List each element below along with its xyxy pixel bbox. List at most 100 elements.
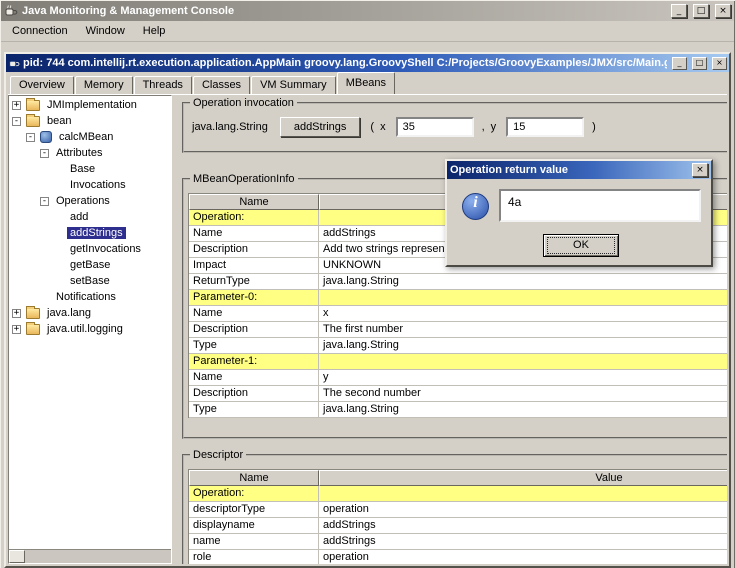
tree-item-Notifications[interactable]: Notifications — [9, 289, 171, 305]
table-row[interactable]: Parameter-0: — [189, 290, 727, 306]
tree-item-Base[interactable]: Base — [9, 161, 171, 177]
table-row[interactable]: DescriptionThe first number — [189, 322, 727, 338]
scrollbar-thumb[interactable] — [9, 550, 25, 563]
frame-title-bar[interactable]: pid: 744 com.intellij.rt.execution.appli… — [6, 54, 729, 72]
tree-item-bean[interactable]: - bean — [9, 113, 171, 129]
tree-item-JMImplementation[interactable]: +JMImplementation — [9, 97, 171, 113]
table-row[interactable]: Namey — [189, 370, 727, 386]
table-row[interactable]: DescriptionThe second number — [189, 386, 727, 402]
menu-window[interactable]: Window — [77, 22, 134, 40]
expand-icon[interactable]: + — [12, 309, 21, 318]
tab-vm-summary[interactable]: VM Summary — [251, 76, 336, 94]
dialog-title-bar[interactable]: Operation return value × — [447, 161, 711, 179]
expand-icon[interactable]: + — [12, 101, 21, 110]
menu-connection[interactable]: Connection — [3, 22, 77, 40]
frame-title: pid: 744 com.intellij.rt.execution.appli… — [23, 57, 667, 69]
tree-item-addStrings[interactable]: addStrings — [9, 225, 171, 241]
dialog-close-button[interactable]: × — [692, 163, 708, 177]
table-row[interactable]: Typejava.lang.String — [189, 402, 727, 418]
table-row[interactable]: roleoperation — [189, 550, 727, 564]
table-header-row: NameValue — [189, 470, 727, 486]
maximize-icon: □ — [697, 6, 706, 16]
tree-item-setBase[interactable]: setBase — [9, 273, 171, 289]
tree-item-label: Invocations — [67, 179, 129, 191]
column-header-name[interactable]: Name — [189, 194, 319, 210]
cell-name: displayname — [189, 518, 319, 534]
invoke-addstrings-button[interactable]: addStrings — [280, 117, 361, 137]
tree-item-label: getInvocations — [67, 243, 144, 255]
tree-item-java.lang[interactable]: +java.lang — [9, 305, 171, 321]
tree-panel: +JMImplementation-bean-calcMBean-Attribu… — [8, 95, 172, 564]
menu-help[interactable]: Help — [134, 22, 175, 40]
collapse-icon[interactable]: - — [40, 149, 49, 158]
table-row[interactable]: Typejava.lang.String — [189, 338, 727, 354]
param-y-input[interactable] — [506, 117, 584, 137]
folder-icon — [26, 100, 40, 111]
table-row[interactable]: ReturnTypejava.lang.String — [189, 274, 727, 290]
column-header-name[interactable]: Name — [189, 470, 319, 486]
split-divider[interactable] — [172, 95, 182, 564]
descriptor-table: NameValueOperation:descriptorTypeoperati… — [188, 469, 727, 564]
tree-item-label: java.util.logging — [44, 323, 126, 335]
minimize-button[interactable]: _ — [671, 4, 687, 18]
table-row[interactable]: Parameter-1: — [189, 354, 727, 370]
table-row[interactable]: Namex — [189, 306, 727, 322]
param-x-input[interactable] — [396, 117, 474, 137]
close-icon: × — [719, 6, 727, 16]
tree-item-label: bean — [44, 115, 74, 127]
expand-icon[interactable]: + — [12, 325, 21, 334]
title-bar[interactable]: Java Monitoring & Management Console _ □… — [1, 1, 734, 21]
frame-maximize-button[interactable]: □ — [692, 57, 707, 70]
tree-item-label: calcMBean — [56, 131, 116, 143]
cell-value: The second number — [319, 386, 727, 402]
tree-item-Attributes[interactable]: -Attributes — [9, 145, 171, 161]
tree-item-Invocations[interactable]: Invocations — [9, 177, 171, 193]
cell-name: Name — [189, 226, 319, 242]
tab-classes[interactable]: Classes — [193, 76, 250, 94]
tab-threads[interactable]: Threads — [134, 76, 192, 94]
operation-invocation-title: Operation invocation — [190, 97, 297, 109]
tab-memory[interactable]: Memory — [75, 76, 133, 94]
cell-name: Operation: — [189, 210, 319, 226]
operation-invocation-group: Operation invocation java.lang.String ad… — [182, 97, 727, 153]
table-row[interactable]: Operation: — [189, 486, 727, 502]
tree-item-getBase[interactable]: getBase — [9, 257, 171, 273]
info-icon: i — [462, 193, 489, 220]
frame-close-button[interactable]: × — [712, 57, 727, 70]
tab-bar: OverviewMemoryThreadsClassesVM SummaryMB… — [6, 72, 729, 94]
menu-bar: ConnectionWindowHelp — [1, 21, 734, 42]
cell-value: The first number — [319, 322, 727, 338]
table-row[interactable]: nameaddStrings — [189, 534, 727, 550]
folder-open-icon — [26, 116, 40, 127]
tab-overview[interactable]: Overview — [10, 76, 74, 94]
tree-item-getInvocations[interactable]: getInvocations — [9, 241, 171, 257]
cell-value: addStrings — [319, 518, 727, 534]
column-header-value[interactable]: Value — [319, 470, 727, 486]
collapse-icon[interactable]: - — [12, 117, 21, 126]
tree-item-calcMBean[interactable]: - calcMBean — [9, 129, 171, 145]
maximize-icon: □ — [696, 58, 704, 67]
cell-name: Description — [189, 242, 319, 258]
cell-name: Type — [189, 338, 319, 354]
return-value-field[interactable]: 4a — [499, 189, 701, 222]
tree-item-label: setBase — [67, 275, 113, 287]
close-button[interactable]: × — [715, 4, 731, 18]
collapse-icon[interactable]: - — [26, 133, 35, 142]
maximize-button[interactable]: □ — [693, 4, 709, 18]
cell-name: Name — [189, 306, 319, 322]
collapse-icon[interactable]: - — [40, 197, 49, 206]
tab-mbeans[interactable]: MBeans — [337, 72, 395, 94]
app-window: Java Monitoring & Management Console _ □… — [0, 0, 735, 568]
cell-name: Parameter-1: — [189, 354, 319, 370]
cell-value: operation — [319, 502, 727, 518]
frame-minimize-button[interactable]: _ — [672, 57, 687, 70]
descriptor-group: Descriptor NameValueOperation:descriptor… — [182, 449, 727, 564]
tree-item-Operations[interactable]: -Operations — [9, 193, 171, 209]
tree-item-add[interactable]: add — [9, 209, 171, 225]
tree-horizontal-scrollbar[interactable] — [9, 549, 171, 563]
tree-item-java.util.logging[interactable]: + java.util.logging — [9, 321, 171, 337]
table-row[interactable]: displaynameaddStrings — [189, 518, 727, 534]
table-row[interactable]: descriptorTypeoperation — [189, 502, 727, 518]
ok-button[interactable]: OK — [543, 234, 619, 257]
cell-value: x — [319, 306, 727, 322]
